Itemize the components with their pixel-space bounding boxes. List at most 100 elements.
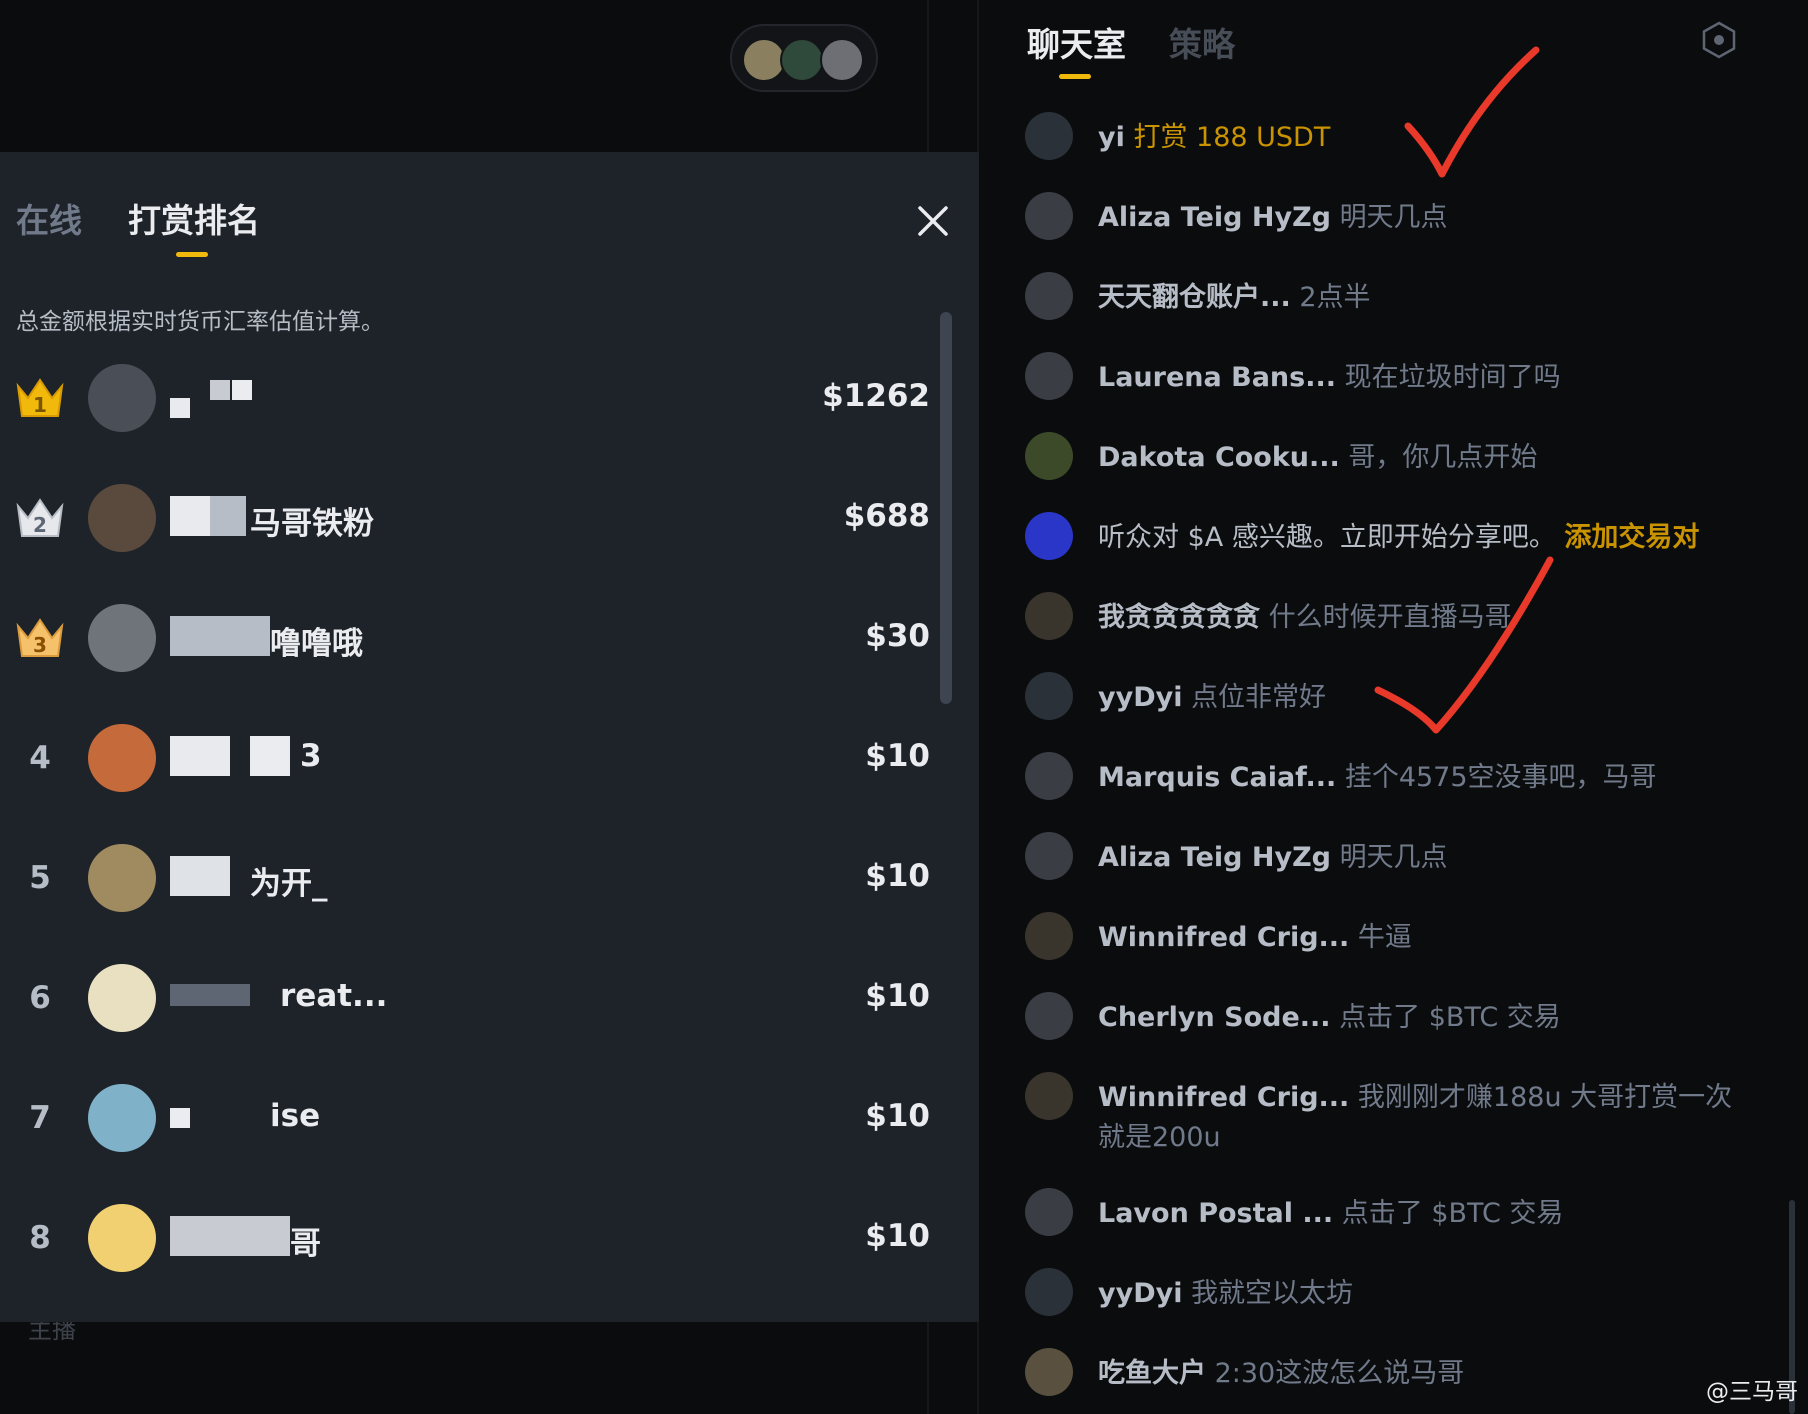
screen: 主播 在线 打赏排名 总金额根据实时货币汇率估值计算。 1 $1262 2 马哥… [0,0,1808,1414]
tab-strategy[interactable]: 策略 [1169,18,1235,66]
ranking-amount: $10 [865,858,930,894]
avatar [1025,1072,1073,1120]
avatar [1025,912,1073,960]
ranking-amount: $1262 [822,378,930,414]
message-user[interactable]: Dakota Cooku... [1098,442,1340,473]
message-text: 牛逼 [1357,922,1412,953]
ranking-amount: $688 [843,498,930,534]
message-text: 点击了 $BTC 交易 [1339,1002,1561,1033]
message-user[interactable]: Winnifred Crig... [1098,1082,1349,1113]
rank-number: 1 [33,393,47,417]
message-text: 点位非常好 [1191,682,1327,713]
watermark: @三马哥 [1706,1379,1798,1405]
hexagon-settings-icon [1702,21,1736,59]
rank-number: 7 [29,1100,51,1136]
viewer-avatar [780,38,824,82]
message-user[interactable]: 我贪贪贪贪贪 [1098,602,1260,633]
message-user[interactable]: Cherlyn Sode... [1098,1002,1331,1033]
message-user[interactable]: Marquis Caiaf... [1098,762,1336,793]
crown-bronze-icon: 3 [14,612,66,664]
avatar [88,964,156,1032]
message-text: 点击了 $BTC 交易 [1341,1198,1564,1229]
message-text: 明天几点 [1339,842,1448,873]
tip-ranking-panel: 在线 打赏排名 总金额根据实时货币汇率估值计算。 1 $1262 2 马哥铁粉 … [0,152,1010,1322]
message-user[interactable]: Aliza Teig HyZg [1098,202,1331,233]
ranking-row[interactable]: 7 ise $10 [0,1068,940,1168]
rank-number: 3 [33,633,47,657]
crown-gold-icon: 1 [14,372,66,424]
avatar [1025,272,1073,320]
settings-button[interactable] [1699,20,1739,60]
avatar [88,1084,156,1152]
avatar [1025,192,1073,240]
ranking-row[interactable]: 4 3 $10 [0,708,940,808]
avatar [1025,112,1073,160]
ranking-name: reat... [280,978,388,1014]
rank-number: 4 [29,740,51,776]
message-user[interactable]: 天天翻仓账户... [1098,282,1291,313]
close-icon [918,206,948,236]
rank-number: 5 [29,860,51,896]
viewer-avatar [820,38,864,82]
avatar [1025,1188,1073,1236]
message-text: 挂个4575空没事吧，马哥 [1344,762,1657,793]
ranking-amount: $10 [865,1218,930,1254]
message-text: 打赏 188 USDT [1133,122,1331,153]
avatar [88,1204,156,1272]
avatar [1025,992,1073,1040]
avatar [1025,1348,1073,1396]
ranking-name: 哥 [290,1226,321,1262]
system-message: 听众对 $A 感兴趣。立即开始分享吧。 [1098,522,1556,553]
ranking-name: 3 [300,738,322,774]
ranking-row[interactable]: 2 马哥铁粉 $688 [0,468,940,568]
ranking-row[interactable]: 6 reat... $10 [0,948,940,1048]
ranking-name: 噜噜哦 [270,626,363,662]
tab-tip-ranking[interactable]: 打赏排名 [128,194,260,242]
viewer-avatars[interactable] [730,24,878,92]
message-text: 2:30这波怎么说马哥 [1214,1358,1465,1389]
message-user[interactable]: yi [1098,122,1125,153]
avatar [1025,1268,1073,1316]
message-user[interactable]: 吃鱼大户 [1098,1358,1206,1389]
message-text: 现在垃圾时间了吗 [1344,362,1561,393]
ranking-note: 总金额根据实时货币汇率估值计算。 [16,309,384,335]
system-bot-icon [1025,512,1073,560]
scrollbar[interactable] [940,312,952,704]
add-trading-pair-link[interactable]: 添加交易对 [1564,522,1699,553]
tab-chat-room[interactable]: 聊天室 [1027,18,1126,66]
chat-panel: 聊天室 策略 yi 打赏 188 USDT Aliza Teig HyZg 明天… [979,0,1808,1414]
rank-number: 6 [29,980,51,1016]
message-text: 哥，你几点开始 [1348,442,1538,473]
ranking-row[interactable]: 5 为开_ $10 [0,828,940,928]
avatar [1025,352,1073,400]
message-user[interactable]: Winnifred Crig... [1098,922,1349,953]
message-user[interactable]: Aliza Teig HyZg [1098,842,1331,873]
rank-number: 8 [29,1220,51,1256]
message-text: 明天几点 [1339,202,1448,233]
avatar [88,364,156,432]
ranking-amount: $10 [865,1098,930,1134]
message-user[interactable]: yyDyi [1098,682,1182,713]
close-button[interactable] [908,196,958,246]
message-user[interactable]: yyDyi [1098,1278,1182,1309]
avatar [1025,432,1073,480]
ranking-row[interactable]: 8 哥 $10 [0,1188,940,1288]
tab-online[interactable]: 在线 [16,194,82,242]
ranking-row[interactable]: 3 噜噜哦 $30 [0,588,940,688]
active-tab-indicator [1059,74,1091,79]
avatar [88,844,156,912]
message-user[interactable]: Lavon Postal ... [1098,1198,1333,1229]
message-text: 什么时候开直播马哥 [1268,602,1512,633]
avatar [88,724,156,792]
avatar [88,484,156,552]
message-text: 2点半 [1299,282,1371,313]
avatar [1025,592,1073,640]
ranking-amount: $30 [865,618,930,654]
ranking-amount: $10 [865,738,930,774]
active-tab-indicator [176,252,208,257]
rank-number: 2 [33,513,47,537]
ranking-row[interactable]: 1 $1262 [0,348,940,448]
ranking-amount: $10 [865,978,930,1014]
message-user[interactable]: Laurena Bans... [1098,362,1336,393]
crown-silver-icon: 2 [14,492,66,544]
